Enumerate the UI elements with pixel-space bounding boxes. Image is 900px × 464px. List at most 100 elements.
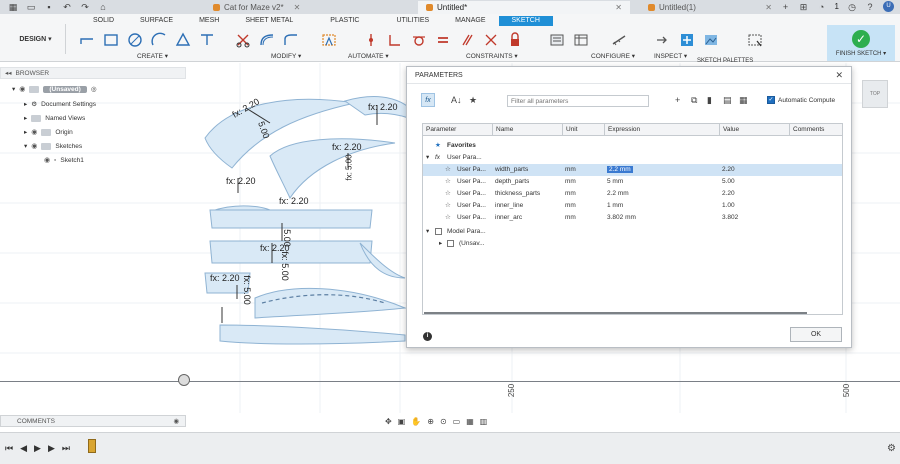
- clock-icon[interactable]: ◷: [847, 2, 857, 12]
- tab-surface[interactable]: SURFACE: [127, 16, 186, 26]
- column-header[interactable]: Expression: [605, 124, 720, 136]
- favorites-row[interactable]: ★ Favorites: [423, 140, 842, 152]
- origin-icon[interactable]: [178, 374, 190, 386]
- tab-plastic[interactable]: PLASTIC: [306, 16, 383, 26]
- doc-tab-untitled[interactable]: Untitled* ✕: [418, 1, 630, 14]
- display-settings-icon[interactable]: ▭: [453, 417, 461, 426]
- add-comment-icon[interactable]: ◉: [173, 417, 179, 425]
- select-icon[interactable]: [746, 31, 764, 49]
- radio-icon[interactable]: ◎: [91, 85, 97, 93]
- expand-icon[interactable]: ▾: [24, 142, 27, 150]
- delete-parameter-icon[interactable]: ▮: [707, 95, 712, 106]
- gear-icon[interactable]: ⚙: [887, 443, 896, 454]
- constraints-menu[interactable]: CONSTRAINTS ▾: [466, 52, 518, 60]
- design-workspace-button[interactable]: DESIGN ▾: [6, 24, 66, 54]
- pan-icon[interactable]: ✋: [411, 417, 421, 426]
- fix-constraint-icon[interactable]: [506, 31, 524, 49]
- configure-menu[interactable]: CONFIGURE ▾: [591, 52, 635, 60]
- close-icon[interactable]: ✕: [615, 3, 622, 12]
- viewports-icon[interactable]: ▥: [480, 417, 488, 426]
- automate-menu[interactable]: AUTOMATE ▾: [348, 52, 389, 60]
- zoom-icon[interactable]: ⊕: [427, 417, 434, 426]
- star-outline-icon[interactable]: ☆: [445, 176, 451, 188]
- cell-name[interactable]: depth_parts: [495, 176, 529, 188]
- cell-unit[interactable]: mm: [565, 176, 576, 188]
- redo-icon[interactable]: ↷: [80, 2, 90, 12]
- expand-icon[interactable]: ▸: [24, 100, 27, 108]
- tab-manage[interactable]: MANAGE: [442, 16, 498, 26]
- circle-tool-icon[interactable]: [126, 31, 144, 49]
- column-header[interactable]: Unit: [563, 124, 605, 136]
- help-icon[interactable]: ?: [865, 2, 875, 12]
- expand-icon[interactable]: ▾: [12, 85, 15, 93]
- bell-icon[interactable]: ◔: [817, 2, 827, 12]
- close-icon[interactable]: ✕: [765, 3, 772, 12]
- arc-tool-icon[interactable]: [150, 31, 168, 49]
- cell-expression[interactable]: 1 mm: [607, 200, 623, 212]
- browser-item-named-views[interactable]: ▸ Named Views: [24, 112, 85, 124]
- import-icon[interactable]: ▤: [723, 95, 732, 106]
- column-header[interactable]: Name: [493, 124, 563, 136]
- table-row[interactable]: ☆ User Pa... inner_line mm 1 mm 1.00: [423, 200, 842, 212]
- table-row[interactable]: ☆ User Pa... width_parts mm 2.2 mm 2.20: [423, 164, 842, 176]
- orbit-icon[interactable]: ✥: [385, 417, 392, 426]
- ok-button[interactable]: OK: [790, 327, 842, 342]
- cell-name[interactable]: inner_arc: [495, 212, 522, 224]
- close-icon[interactable]: ✕: [835, 70, 843, 81]
- dimension-label[interactable]: fx: 5.00: [242, 275, 252, 305]
- eye-icon[interactable]: ◉: [31, 128, 37, 136]
- browser-item-sketches[interactable]: ▾ ◉ Sketches: [24, 140, 82, 152]
- dimension-label[interactable]: fx: 2.20: [368, 102, 398, 112]
- tangent-constraint-icon[interactable]: [410, 31, 428, 49]
- insert-icon[interactable]: [654, 31, 672, 49]
- insert-image-icon[interactable]: [702, 31, 720, 49]
- parallel-constraint-icon[interactable]: [458, 31, 476, 49]
- cell-expression[interactable]: 2.2 mm: [607, 188, 629, 200]
- cell-unit[interactable]: mm: [565, 200, 576, 212]
- close-icon[interactable]: ✕: [294, 3, 301, 12]
- file-icon[interactable]: ▭: [26, 2, 36, 12]
- extensions-icon[interactable]: ⊞: [799, 2, 809, 12]
- undo-icon[interactable]: ↶: [62, 2, 72, 12]
- eye-icon[interactable]: ◉: [31, 142, 37, 150]
- star-outline-icon[interactable]: ☆: [445, 188, 451, 200]
- cell-unit[interactable]: mm: [565, 188, 576, 200]
- line-tool-icon[interactable]: [78, 31, 96, 49]
- cell-unit[interactable]: mm: [565, 212, 576, 224]
- cell-name[interactable]: thickness_parts: [495, 188, 540, 200]
- dimension-label[interactable]: fx: 2.20: [226, 176, 256, 186]
- add-parameter-icon[interactable]: +: [675, 95, 680, 105]
- look-at-icon[interactable]: ▣: [398, 417, 406, 426]
- expand-icon[interactable]: ▸: [24, 128, 27, 136]
- table-row[interactable]: ☆ User Pa... inner_arc mm 3.802 mm 3.802: [423, 212, 842, 224]
- new-tab-icon[interactable]: +: [781, 2, 791, 12]
- modify-menu[interactable]: MODIFY ▾: [271, 52, 301, 60]
- view-cube[interactable]: TOP: [862, 80, 888, 108]
- cell-expression[interactable]: 3.802 mm: [607, 212, 636, 224]
- fit-icon[interactable]: ⊙: [440, 417, 447, 426]
- avatar[interactable]: U: [883, 1, 894, 12]
- tab-utilities[interactable]: UTILITIES: [383, 16, 442, 26]
- polygon-tool-icon[interactable]: [174, 31, 192, 49]
- expand-icon[interactable]: ▸: [24, 114, 27, 122]
- comments-panel[interactable]: COMMENTS ◉: [0, 415, 186, 427]
- step-forward-icon[interactable]: ▶: [48, 443, 55, 454]
- table-row[interactable]: ☆ User Pa... thickness_parts mm 2.2 mm 2…: [423, 188, 842, 200]
- browser-root[interactable]: ▾ ◉ (Unsaved) ◎: [12, 83, 96, 95]
- cell-name[interactable]: inner_line: [495, 200, 523, 212]
- spline-tool-icon[interactable]: [198, 31, 216, 49]
- finish-sketch-button[interactable]: ✓ FINISH SKETCH ▾: [827, 25, 895, 61]
- browser-item-origin[interactable]: ▸ ◉ Origin: [24, 126, 73, 138]
- grid-menu-icon[interactable]: ▦: [8, 2, 18, 12]
- dimension-label[interactable]: fx: 5.00: [345, 154, 354, 180]
- model-parameters-child[interactable]: ▸ (Unsav...: [423, 238, 842, 250]
- collapse-icon[interactable]: ◂◂: [5, 69, 12, 77]
- go-to-end-icon[interactable]: ⏭: [62, 443, 70, 454]
- expand-icon[interactable]: ▸: [439, 238, 442, 250]
- tab-mesh[interactable]: MESH: [186, 16, 232, 26]
- column-header[interactable]: Parameter: [423, 124, 493, 136]
- dimension-label[interactable]: fx: 5.00: [280, 251, 290, 281]
- step-back-icon[interactable]: ◀: [20, 443, 27, 454]
- play-icon[interactable]: ▶: [34, 443, 41, 454]
- timeline-marker[interactable]: [88, 439, 96, 453]
